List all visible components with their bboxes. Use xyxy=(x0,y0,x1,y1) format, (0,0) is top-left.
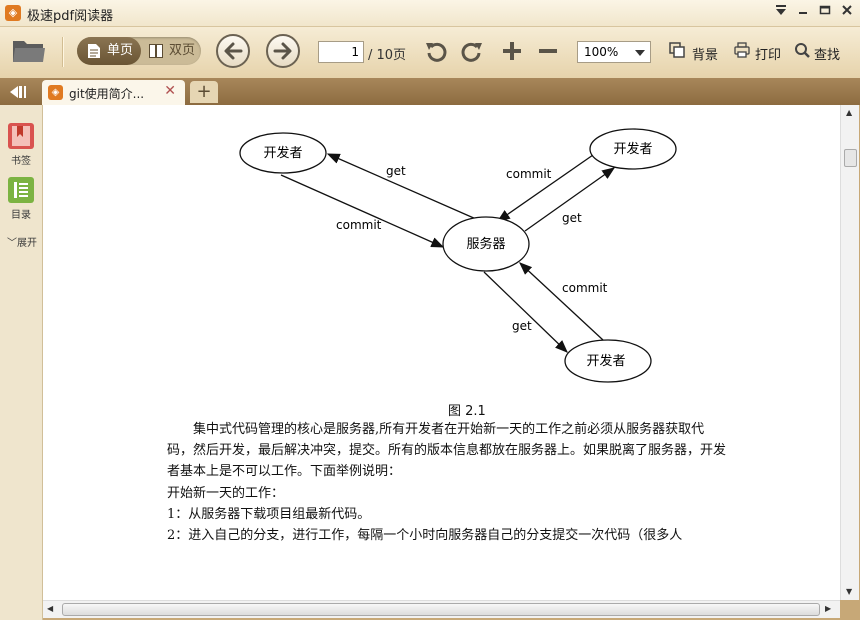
bookmarks-label: 书签 xyxy=(11,156,31,167)
edge-get-bottom xyxy=(483,271,568,353)
minimize-button[interactable] xyxy=(794,4,812,20)
scroll-left-icon[interactable]: ◀ xyxy=(47,604,53,613)
node-label: 开发者 xyxy=(586,353,625,369)
page-mode-toggle: 单页 双页 xyxy=(77,37,201,65)
maximize-button[interactable] xyxy=(816,4,834,20)
rotate-right-icon[interactable] xyxy=(460,39,484,63)
new-tab-button[interactable]: + xyxy=(190,81,218,103)
window-title: 极速pdf阅读器 xyxy=(27,9,114,24)
node-label: 开发者 xyxy=(263,145,302,161)
title-bar: ◈ 极速pdf阅读器 xyxy=(0,0,860,27)
bookmarks-button[interactable]: 书签 xyxy=(6,123,36,167)
zoom-in-icon[interactable] xyxy=(500,39,524,63)
toc-button[interactable]: 目录 xyxy=(6,177,36,221)
search-icon[interactable] xyxy=(794,42,810,58)
page-number-input[interactable] xyxy=(318,41,364,63)
pdf-app-icon: ◈ xyxy=(5,5,21,21)
edge-commit-left xyxy=(280,174,445,248)
zoom-out-icon[interactable] xyxy=(536,39,560,63)
zoom-value: 100% xyxy=(584,45,619,59)
open-folder-icon[interactable] xyxy=(12,37,46,63)
node-label: 开发者 xyxy=(613,141,652,157)
paragraph-step-2: 2：进入自己的分支，进行工作，每隔一个小时向服务器自己的分支提交一次代码（很多人 xyxy=(167,528,683,543)
double-page-button[interactable]: 双页 xyxy=(141,37,201,65)
edge-label: commit xyxy=(336,218,382,232)
menu-dropdown-icon[interactable] xyxy=(772,4,790,20)
vertical-scrollbar[interactable]: ▲ ▼ xyxy=(840,105,859,600)
chevron-down-icon xyxy=(635,50,645,56)
previous-page-button[interactable] xyxy=(216,34,250,68)
document-page: 开发者 开发者 服务器 开发者 get commit commit get co… xyxy=(43,105,840,600)
printer-icon[interactable] xyxy=(734,42,750,58)
zoom-select[interactable]: 100% xyxy=(577,41,651,63)
chevron-down-icon: ﹀ xyxy=(7,238,17,249)
close-button[interactable] xyxy=(838,4,856,20)
close-tab-icon[interactable]: ✕ xyxy=(164,83,176,99)
double-page-label: 双页 xyxy=(169,43,196,58)
single-page-icon xyxy=(88,44,100,58)
figure-caption: 图 2.1 xyxy=(448,404,486,419)
paragraph-start-day: 开始新一天的工作： xyxy=(167,486,285,501)
edge-label: get xyxy=(512,319,532,333)
arrow-left-icon xyxy=(224,42,243,60)
arrow-right-icon xyxy=(273,42,292,60)
toc-label: 目录 xyxy=(11,210,31,221)
total-pages-label: / 10页 xyxy=(368,48,407,63)
git-centralized-diagram: 开发者 开发者 服务器 开发者 get commit commit get co… xyxy=(239,128,677,383)
list-icon xyxy=(8,177,34,203)
paragraph-intro: 集中式代码管理的核心是服务器,所有开发者在开始新一天的工作之前必须从服务器获取代… xyxy=(167,422,727,479)
edge-label: commit xyxy=(506,167,552,181)
find-button[interactable]: 查找 xyxy=(814,44,840,63)
paragraph-step-1: 1：从服务器下载项目组最新代码。 xyxy=(167,507,371,522)
left-sidebar: 书签 目录 ﹀展开 xyxy=(0,105,43,620)
edge-label: get xyxy=(562,211,582,225)
background-icon[interactable] xyxy=(669,42,685,58)
background-button[interactable]: 背景 xyxy=(692,44,718,63)
expand-label: 展开 xyxy=(17,238,37,249)
toolbar-divider xyxy=(62,37,64,67)
horizontal-scrollbar[interactable]: ◀ ▶ xyxy=(43,600,840,618)
node-label: 服务器 xyxy=(466,236,505,252)
edge-label: get xyxy=(386,164,406,178)
scroll-down-icon[interactable]: ▼ xyxy=(846,587,852,596)
print-button[interactable]: 打印 xyxy=(755,44,781,63)
pdf-file-icon: ◈ xyxy=(48,85,63,100)
double-page-icon xyxy=(149,44,163,58)
edge-commit-bottom xyxy=(519,262,604,341)
scroll-right-icon[interactable]: ▶ xyxy=(825,604,831,613)
rotate-left-icon[interactable] xyxy=(424,39,448,63)
scroll-up-icon[interactable]: ▲ xyxy=(846,108,852,117)
toolbar: 单页 双页 / 10页 100% 背景 打印 查找 xyxy=(0,27,860,79)
single-page-button[interactable]: 单页 xyxy=(77,37,141,65)
tab-document[interactable]: ◈ git使用简介... ✕ xyxy=(42,80,185,105)
tab-bar: ◈ git使用简介... ✕ + xyxy=(0,78,860,105)
next-page-button[interactable] xyxy=(266,34,300,68)
tab-label: git使用简介... xyxy=(69,87,145,101)
single-page-label: 单页 xyxy=(107,43,134,58)
horizontal-scroll-thumb[interactable] xyxy=(62,603,820,616)
collapse-sidebar-icon[interactable] xyxy=(8,84,28,100)
expand-button[interactable]: ﹀展开 xyxy=(7,234,37,249)
bookmark-icon xyxy=(8,123,34,149)
vertical-scroll-thumb[interactable] xyxy=(844,149,857,167)
edge-label: commit xyxy=(562,281,608,295)
